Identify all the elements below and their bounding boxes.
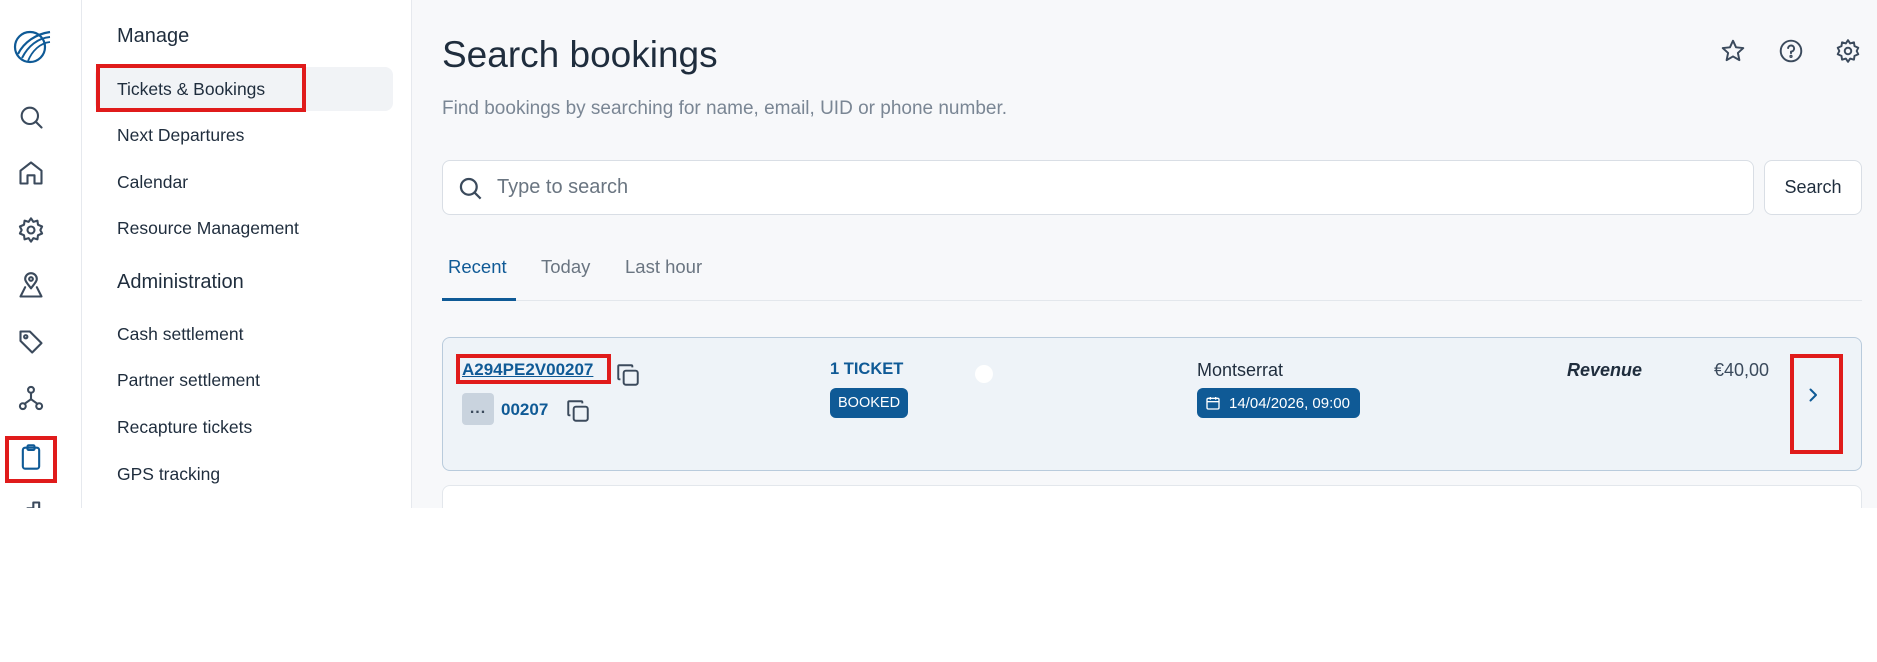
star-icon[interactable] [1720, 38, 1750, 68]
icon-rail [0, 0, 82, 508]
chart-icon[interactable] [11, 493, 51, 508]
booking-card[interactable] [442, 485, 1862, 508]
tag-icon[interactable] [11, 322, 51, 362]
tab-last-hour[interactable]: Last hour [625, 256, 702, 278]
departure-date-badge: 14/04/2026, 09:00 [1197, 388, 1360, 418]
map-pin-icon[interactable] [11, 266, 51, 306]
status-dot [975, 365, 993, 383]
sidebar-item-resource-management[interactable]: Resource Management [117, 218, 299, 239]
search-icon[interactable] [11, 97, 51, 137]
sidebar: Manage Tickets & Bookings Next Departure… [82, 0, 412, 508]
sidebar-item-tickets-bookings[interactable]: Tickets & Bookings [117, 79, 265, 100]
logo-icon[interactable] [10, 24, 54, 68]
main-content: Search bookings Find bookings by searchi… [412, 0, 1877, 508]
copy-icon[interactable] [615, 362, 641, 388]
home-icon[interactable] [11, 153, 51, 193]
network-icon[interactable] [11, 378, 51, 418]
gear-icon[interactable] [11, 210, 51, 250]
gear-icon[interactable] [1835, 38, 1865, 68]
tab-today[interactable]: Today [541, 256, 590, 278]
page-title: Search bookings [442, 34, 718, 75]
sidebar-section-title-manage: Manage [117, 25, 190, 47]
search-button[interactable]: Search [1764, 160, 1862, 215]
calendar-icon [1206, 397, 1220, 410]
tabs-divider [442, 300, 1862, 301]
page-subtitle: Find bookings by searching for name, ema… [442, 98, 1008, 119]
search-box [442, 160, 1754, 215]
status-badge: BOOKED [830, 388, 909, 418]
more-options-button[interactable]: ... [462, 393, 494, 425]
sidebar-item-next-departures[interactable]: Next Departures [117, 125, 244, 146]
clipboard-icon[interactable] [11, 437, 51, 477]
revenue-label: Revenue [1567, 360, 1643, 380]
booking-short-reference[interactable]: 00207 [501, 400, 548, 420]
app-window: Manage Tickets & Bookings Next Departure… [0, 0, 1877, 508]
sidebar-section-title-administration: Administration [117, 271, 244, 293]
help-icon[interactable] [1778, 38, 1808, 68]
search-input[interactable] [497, 161, 1737, 214]
search-icon [459, 177, 482, 200]
revenue-value: €40,00 [1714, 360, 1770, 380]
departure-datetime: 14/04/2026, 09:00 [1229, 394, 1350, 412]
ticket-count: 1 TICKET [830, 360, 904, 378]
booking-card[interactable]: A294PE2V00207 ... 00207 1 TICKET BOOKED … [442, 337, 1862, 471]
chevron-right-icon[interactable] [1805, 387, 1821, 403]
sidebar-item-cash-settlement[interactable]: Cash settlement [117, 324, 243, 345]
tab-active-indicator [442, 298, 516, 301]
destination-name: Montserrat [1197, 360, 1284, 380]
sidebar-item-partner-settlement[interactable]: Partner settlement [117, 370, 260, 391]
sidebar-item-calendar[interactable]: Calendar [117, 172, 188, 193]
booking-reference-link[interactable]: A294PE2V00207 [462, 360, 593, 380]
sidebar-item-recapture-tickets[interactable]: Recapture tickets [117, 417, 252, 438]
tab-recent[interactable]: Recent [448, 256, 507, 278]
sidebar-item-gps-tracking[interactable]: GPS tracking [117, 464, 220, 485]
copy-icon[interactable] [565, 398, 591, 424]
